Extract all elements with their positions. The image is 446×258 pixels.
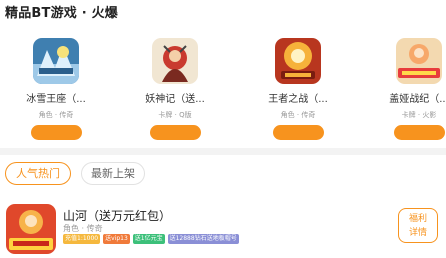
perk-badge: 送12888钻石送地板帽号 [167, 234, 239, 244]
game-title: 山河（送万元红包） [63, 209, 172, 223]
game-name: 冰雪王座（... [26, 94, 86, 105]
list-item[interactable]: 山河（送万元红包） 角色 · 传奇 充值1:1000 送vip13 送1亿元宝 送12… [0, 198, 446, 258]
featured-game-card[interactable]: 妖神记（送... 卡牌 · Q版 [125, 38, 225, 140]
demon-god-game-icon[interactable] [152, 38, 198, 84]
welfare-details-button[interactable]: 福利 详情 [398, 208, 438, 243]
ice-throne-game-icon[interactable] [33, 38, 79, 84]
perk-badge: 充值1:1000 [63, 234, 101, 244]
play-button[interactable] [272, 125, 324, 140]
game-tags: 角色 · 传奇 [38, 111, 74, 119]
game-name: 王者之战（... [268, 94, 328, 105]
play-button[interactable] [149, 125, 201, 140]
game-tags: 角色 · 传奇 [280, 111, 316, 119]
play-button[interactable] [393, 125, 445, 140]
game-name: 盖娅战纪（... [389, 94, 446, 105]
tab-newest[interactable]: 最新上架 [81, 162, 145, 185]
gaia-saga-game-icon[interactable] [396, 38, 442, 84]
section-title: 精品BT游戏 · 火爆 [5, 6, 118, 21]
button-line: 详情 [408, 228, 427, 238]
game-name: 妖神记（送... [145, 94, 205, 105]
section-divider [0, 148, 446, 155]
war-of-kings-game-icon[interactable] [275, 38, 321, 84]
game-tags: 卡牌 · 火影 [401, 111, 437, 119]
perk-badges: 充值1:1000 送vip13 送1亿元宝 送12888钻石送地板帽号 [63, 234, 242, 244]
perk-badge: 送vip13 [103, 234, 130, 244]
featured-game-card[interactable]: 王者之战（... 角色 · 传奇 [248, 38, 348, 140]
game-tags: 角色 · 传奇 [63, 224, 103, 233]
game-tags: 卡牌 · Q版 [158, 111, 192, 119]
button-line: 福利 [408, 214, 427, 224]
tab-popular[interactable]: 人气热门 [5, 162, 71, 185]
play-button[interactable] [30, 125, 82, 140]
featured-game-card[interactable]: 冰雪王座（... 角色 · 传奇 [6, 38, 106, 140]
shanhe-game-icon[interactable] [6, 204, 56, 254]
featured-game-card[interactable]: 盖娅战纪（... 卡牌 · 火影 [369, 38, 446, 140]
perk-badge: 送1亿元宝 [132, 234, 165, 244]
